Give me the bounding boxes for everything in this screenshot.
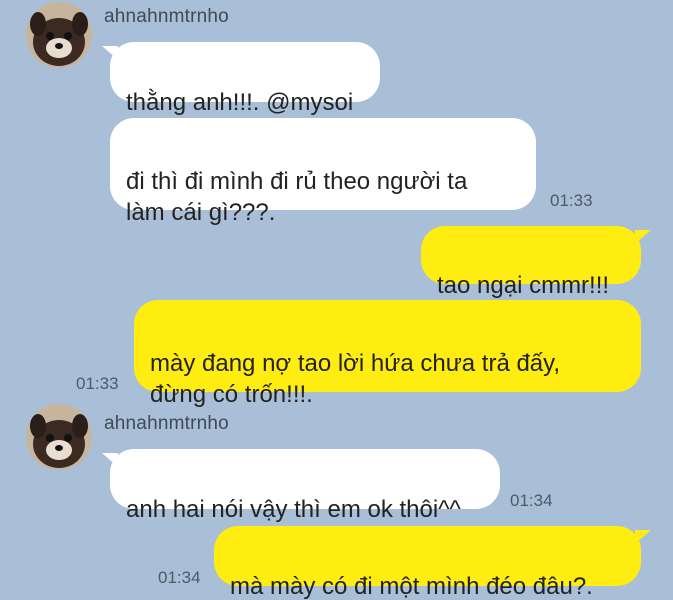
sender-avatar[interactable]	[26, 2, 92, 68]
message-text: đi thì đi mình đi rủ theo người ta làm c…	[126, 168, 468, 226]
dog-avatar-icon	[26, 404, 92, 470]
message-time: 01:33	[550, 191, 593, 210]
incoming-message[interactable]: đi thì đi mình đi rủ theo người ta làm c…	[110, 118, 536, 226]
message-text: thằng anh!!!. @mysoi	[126, 89, 354, 116]
sender-name: ahnahnmtrnho	[104, 413, 229, 434]
bubble-tail	[635, 530, 651, 544]
message-text: mày đang nợ tao lời hứa chưa trả đấy, đừ…	[150, 350, 561, 408]
outgoing-message[interactable]: mày đang nợ tao lời hứa chưa trả đấy, đừ…	[134, 300, 641, 408]
sender-name: ahnahnmtrnho	[104, 6, 229, 27]
message-text: mà mày có đi một mình đéo đâu?.	[230, 573, 593, 600]
message-text: tao ngại cmmr!!!	[437, 272, 610, 299]
message-time: 01:33	[76, 374, 119, 393]
message-time: 01:34	[158, 568, 201, 587]
message-time: 01:34	[510, 491, 553, 510]
outgoing-message[interactable]: mà mày có đi một mình đéo đâu?.	[214, 526, 641, 600]
incoming-message[interactable]: anh hai nói vậy thì em ok thôi^^	[110, 449, 500, 523]
incoming-message[interactable]: thằng anh!!!. @mysoi	[110, 42, 380, 116]
message-text: anh hai nói vậy thì em ok thôi^^	[126, 496, 461, 523]
sender-avatar[interactable]	[26, 404, 92, 470]
dog-avatar-icon	[26, 2, 92, 68]
outgoing-message[interactable]: tao ngại cmmr!!!	[421, 226, 641, 299]
bubble-tail	[635, 230, 651, 244]
